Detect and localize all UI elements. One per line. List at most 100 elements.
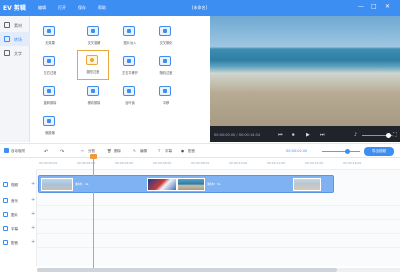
horizontal-icon	[87, 86, 99, 96]
cross-wipe-icon	[159, 26, 171, 36]
snap-label[interactable]: 自动吸附	[11, 149, 25, 154]
next-frame-button[interactable]: ⏭	[320, 132, 325, 138]
track-label: 视频	[11, 183, 18, 187]
clip-duration: 5s	[217, 182, 221, 186]
player-controls: 00:00:00.00 / 00:00:14.04 ⏮ ⏹ ▶ ⏭ ♪ ⛶	[210, 128, 400, 142]
snap-checkbox[interactable]	[4, 148, 9, 153]
scrollbar-thumb[interactable]	[37, 268, 337, 272]
edit-button[interactable]: 编辑	[140, 149, 147, 154]
prev-frame-button[interactable]: ⏮	[278, 132, 283, 138]
sidebar: 素材 转场 文字	[0, 16, 30, 142]
music-icon	[3, 198, 8, 203]
zoom-icon	[43, 116, 55, 126]
image-lane[interactable]	[37, 206, 400, 220]
menu-save[interactable]: 保存	[78, 5, 86, 11]
playhead-handle[interactable]	[90, 154, 97, 159]
effect-tile[interactable]: 无效果	[35, 22, 65, 48]
dub-lane[interactable]	[37, 234, 400, 248]
effect-label: 圆形过渡	[86, 70, 100, 74]
menu-edit[interactable]: 编辑	[38, 5, 46, 11]
blinds-icon	[123, 86, 135, 96]
clip-thumbnail	[177, 178, 205, 191]
undo-icon[interactable]: ↶	[44, 149, 48, 155]
effect-tile[interactable]: 随机过渡	[151, 52, 181, 78]
sidebar-item-transition[interactable]: 转场	[0, 32, 30, 46]
effect-tile[interactable]: 百叶窗	[115, 82, 145, 108]
sidebar-item-material[interactable]: 素材	[0, 18, 30, 32]
effect-tile[interactable]: 图片淡入	[115, 22, 145, 48]
file-title: [未命名]	[192, 5, 208, 10]
blank-icon	[43, 26, 55, 36]
stop-button[interactable]: ⏹	[292, 132, 295, 138]
track-label: 字幕	[11, 227, 18, 231]
add-video-button[interactable]: +	[31, 181, 35, 187]
circle-icon	[86, 55, 98, 65]
volume-knob[interactable]	[386, 133, 391, 138]
track-header-subtitle: 字幕 +	[0, 222, 37, 236]
sidebar-item-text[interactable]: 文字	[0, 46, 30, 60]
volume-icon[interactable]: ♪	[354, 132, 357, 138]
fullscreen-icon[interactable]: ⛶	[393, 132, 397, 138]
rotate-icon	[43, 86, 55, 96]
effect-tile[interactable]: 横向擦除	[79, 82, 109, 108]
zoom-knob[interactable]	[345, 149, 350, 154]
clip-thumbnail	[293, 178, 321, 191]
minimize-button[interactable]: —	[358, 4, 364, 10]
add-dub-button[interactable]: +	[31, 239, 35, 245]
add-music-button[interactable]: +	[31, 197, 35, 203]
clip-label: 素材1	[75, 182, 83, 186]
ruler-tick: 00:00:12.00	[267, 161, 286, 165]
ruler-tick: 00:00:04.00	[115, 161, 134, 165]
split-icon: ✂	[81, 149, 84, 153]
timeline-toolbar: 自动吸附 ↶ ↷ ✂ 分割 🗑 删除 ✎ 编辑 T 字幕 ● 配音 00:00:…	[0, 143, 400, 158]
playhead[interactable]	[93, 156, 94, 268]
effect-tile[interactable]: 交叉擦化	[151, 22, 181, 48]
play-button[interactable]: ▶	[306, 132, 310, 138]
menu-help[interactable]: 帮助	[98, 5, 106, 11]
effect-label: 随机过渡	[159, 71, 173, 75]
video-clip-strip[interactable]: 素材1 4s 素材2 5s	[38, 175, 334, 193]
effect-label: 左右平移开	[122, 71, 138, 75]
subtitle-button[interactable]: 字幕	[165, 149, 172, 154]
effect-tile[interactable]: 旋转擦除	[35, 82, 65, 108]
close-button[interactable]: ✕	[385, 4, 390, 10]
effect-tile[interactable]: 缩放缩	[35, 112, 65, 138]
track-headers: 视频 + 音乐 + 图片 + 字幕 + 配音 +	[0, 170, 37, 266]
text-icon	[4, 50, 10, 56]
dub-button[interactable]: 配音	[188, 149, 195, 154]
time-ruler[interactable]: 00:00:00.00 00:00:02.00 00:00:04.00 00:0…	[37, 160, 400, 170]
add-image-button[interactable]: +	[31, 211, 35, 217]
app-logo: EV 剪辑	[3, 5, 26, 12]
track-label: 音乐	[11, 199, 18, 203]
delete-button[interactable]: 删除	[114, 149, 121, 154]
export-button[interactable]: 导出视频	[364, 147, 394, 156]
effect-label: 旋转擦除	[43, 101, 57, 105]
video-preview: 00:00:00.00 / 00:00:14.04 ⏮ ⏹ ▶ ⏭ ♪ ⛶	[210, 16, 400, 142]
timeline-tracks[interactable]: 素材1 4s 素材2 5s	[37, 170, 400, 266]
effect-tile[interactable]: 平移	[151, 82, 181, 108]
effect-tile[interactable]: 交叉溶解	[79, 22, 109, 48]
effect-tile[interactable]: 左右过渡	[35, 52, 65, 78]
ruler-tick: 00:00:14.00	[305, 161, 324, 165]
folder-icon	[4, 22, 10, 28]
timeline-scrollbar[interactable]	[37, 268, 400, 272]
cross-icon	[87, 26, 99, 36]
effect-tile-selected[interactable]: 圆形过渡	[77, 50, 109, 80]
pan-icon	[159, 86, 171, 96]
zoom-slider[interactable]	[322, 151, 360, 152]
effect-tile[interactable]: 左右平移开	[115, 52, 145, 78]
zoom-time: 00:00:02.00	[286, 149, 308, 153]
effect-label: 交叉溶解	[87, 41, 101, 45]
subtitle-lane[interactable]	[37, 220, 400, 234]
maximize-button[interactable]: □	[371, 4, 377, 10]
preview-frame	[210, 16, 400, 126]
redo-icon[interactable]: ↷	[60, 149, 64, 155]
track-header-image: 图片 +	[0, 208, 37, 222]
clip-thumbnail	[41, 178, 73, 191]
music-lane[interactable]	[37, 192, 400, 206]
menu-open[interactable]: 打开	[58, 5, 66, 11]
effect-label: 图片淡入	[123, 41, 137, 45]
add-subtitle-button[interactable]: +	[31, 225, 35, 231]
effect-label: 平移	[162, 101, 170, 105]
clip-label: 素材2	[207, 182, 215, 186]
